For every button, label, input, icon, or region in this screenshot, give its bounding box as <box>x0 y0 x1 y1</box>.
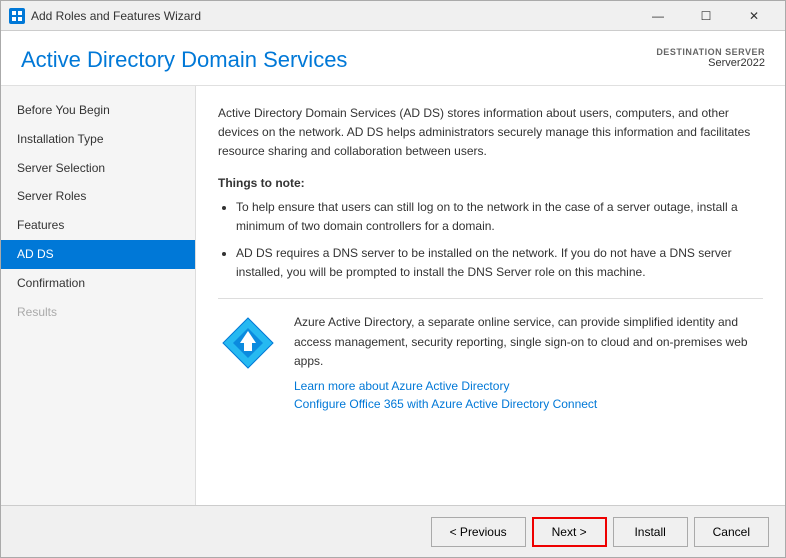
sidebar-item-results: Results <box>1 298 195 327</box>
app-icon <box>9 8 25 24</box>
window-title: Add Roles and Features Wizard <box>31 9 635 23</box>
sidebar-item-features[interactable]: Features <box>1 211 195 240</box>
bullet-list: To help ensure that users can still log … <box>236 198 763 283</box>
footer: < Previous Next > Install Cancel <box>1 505 785 557</box>
cancel-button[interactable]: Cancel <box>694 517 769 547</box>
azure-link-2[interactable]: Configure Office 365 with Azure Active D… <box>294 397 763 411</box>
azure-content: Azure Active Directory, a separate onlin… <box>294 313 763 415</box>
next-button[interactable]: Next > <box>532 517 607 547</box>
main-content: Active Directory Domain Services (AD DS)… <box>196 86 785 505</box>
sidebar: Before You Begin Installation Type Serve… <box>1 86 196 505</box>
title-bar: Add Roles and Features Wizard — ☐ ✕ <box>1 1 785 31</box>
destination-value: Server2022 <box>656 57 765 69</box>
sidebar-item-ad-ds[interactable]: AD DS <box>1 240 195 269</box>
sidebar-item-server-roles[interactable]: Server Roles <box>1 182 195 211</box>
azure-section: Azure Active Directory, a separate onlin… <box>218 313 763 415</box>
sidebar-item-server-selection[interactable]: Server Selection <box>1 154 195 183</box>
destination-server-info: DESTINATION SERVER Server2022 <box>656 47 765 69</box>
azure-logo-icon <box>218 313 278 373</box>
main-description: Active Directory Domain Services (AD DS)… <box>218 104 763 162</box>
azure-description: Azure Active Directory, a separate onlin… <box>294 313 763 371</box>
things-to-note-label: Things to note: <box>218 176 763 190</box>
wizard-window: Add Roles and Features Wizard — ☐ ✕ Acti… <box>0 0 786 558</box>
minimize-button[interactable]: — <box>635 1 681 31</box>
azure-link-1[interactable]: Learn more about Azure Active Directory <box>294 379 763 393</box>
close-button[interactable]: ✕ <box>731 1 777 31</box>
sidebar-item-installation-type[interactable]: Installation Type <box>1 125 195 154</box>
list-item: AD DS requires a DNS server to be instal… <box>236 244 763 282</box>
destination-label: DESTINATION SERVER <box>656 47 765 57</box>
sidebar-item-confirmation[interactable]: Confirmation <box>1 269 195 298</box>
previous-button[interactable]: < Previous <box>431 517 526 547</box>
page-header: Active Directory Domain Services DESTINA… <box>1 31 785 86</box>
page-title: Active Directory Domain Services <box>21 47 347 73</box>
install-button[interactable]: Install <box>613 517 688 547</box>
content-area: Before You Begin Installation Type Serve… <box>1 86 785 505</box>
sidebar-item-before-you-begin[interactable]: Before You Begin <box>1 96 195 125</box>
window-controls: — ☐ ✕ <box>635 1 777 31</box>
list-item: To help ensure that users can still log … <box>236 198 763 236</box>
section-divider <box>218 298 763 299</box>
maximize-button[interactable]: ☐ <box>683 1 729 31</box>
